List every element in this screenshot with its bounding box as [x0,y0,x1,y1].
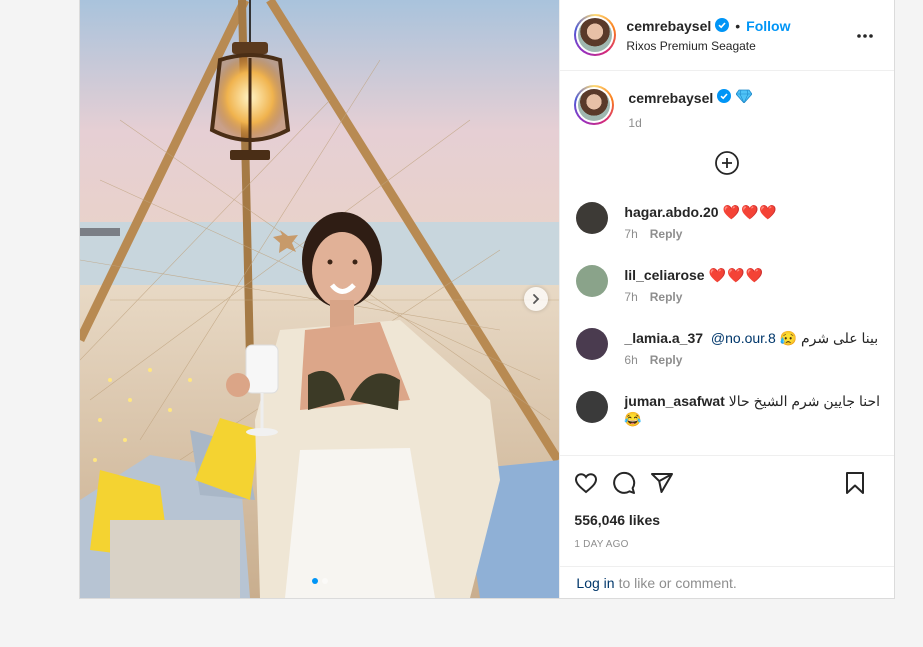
author-avatar[interactable] [574,14,617,56]
comment-item: hagar.abdo.20 ❤️❤️❤️ 7h Reply [574,202,880,241]
commenter-username[interactable]: lil_celiarose [624,267,704,283]
comment-icon [613,471,636,494]
comment-time: 7h [624,227,638,241]
post-header: cemrebaysel • Follow Rixos Premium Seaga… [560,0,894,71]
caption: cemrebaysel 1d [574,85,880,130]
verified-badge-icon [717,89,732,106]
comment-time: 7h [624,290,638,304]
comment-button[interactable] [612,471,636,495]
share-icon [651,473,674,493]
reply-button[interactable]: Reply [650,353,683,367]
comment-item: _lamia.a_37 @no.our.8 بينا على شرم 😥 6h R… [574,328,880,367]
commenter-avatar[interactable] [576,328,609,360]
post-container: cemrebaysel • Follow Rixos Premium Seaga… [79,0,895,599]
chevron-right-icon [533,294,540,304]
location-link[interactable]: Rixos Premium Seagate [626,39,790,53]
comment-text: ❤️❤️❤️ [708,267,764,283]
verified-badge-icon [715,17,730,35]
comments-section: cemrebaysel 1d hagar.abdo.20 ❤️❤️❤️ 7h R… [560,71,894,455]
post-side-panel: cemrebaysel • Follow Rixos Premium Seaga… [559,0,894,598]
commenter-username[interactable]: hagar.abdo.20 [624,204,718,220]
load-more-comments-button[interactable] [574,150,880,176]
login-prompt-text: to like or comment. [618,574,737,591]
carousel-next-button[interactable] [524,287,548,311]
comment-item: lil_celiarose ❤️❤️❤️ 7h Reply [574,265,880,304]
login-prompt: Log in to like or comment. [560,566,894,598]
save-button[interactable] [844,471,866,495]
heart-icon [575,473,598,494]
mention-link[interactable]: @no.our.8 [711,330,776,346]
likes-count[interactable]: 556,046 likes [574,512,880,528]
post-date: 1 DAY AGO [574,539,629,550]
diamond-icon [735,89,753,106]
comment-text: ❤️❤️❤️ [722,204,778,220]
bookmark-icon [846,472,864,494]
post-actions: 556,046 likes 1 DAY AGO [560,455,894,566]
comment-text: بينا على شرم 😥 [779,330,879,346]
plus-circle-icon [715,151,740,175]
carousel-dot [321,578,328,584]
more-options-icon[interactable] [856,26,874,44]
post-image[interactable] [80,0,560,598]
author-username[interactable]: cemrebaysel [626,18,711,34]
photo-illustration [80,0,560,598]
reply-button[interactable]: Reply [650,290,683,304]
caption-time: 1d [628,116,642,130]
share-button[interactable] [650,471,674,495]
commenter-username[interactable]: _lamia.a_37 [624,330,703,346]
follow-button[interactable]: Follow [746,18,790,34]
comment-item: juman_asafwat احنا جايين شرم الشيخ حالا 😂 [574,391,880,428]
author-avatar[interactable] [574,85,615,125]
commenter-username[interactable]: juman_asafwat [624,393,724,409]
carousel-indicator [80,578,559,584]
comment-time: 6h [624,353,638,367]
commenter-avatar[interactable] [576,265,609,297]
like-button[interactable] [574,471,598,495]
login-link[interactable]: Log in [576,575,614,591]
reply-button[interactable]: Reply [650,227,683,241]
commenter-avatar[interactable] [576,202,609,234]
commenter-avatar[interactable] [576,391,609,423]
carousel-dot [311,578,318,584]
caption-username[interactable]: cemrebaysel [628,90,713,106]
separator-dot: • [735,18,741,34]
